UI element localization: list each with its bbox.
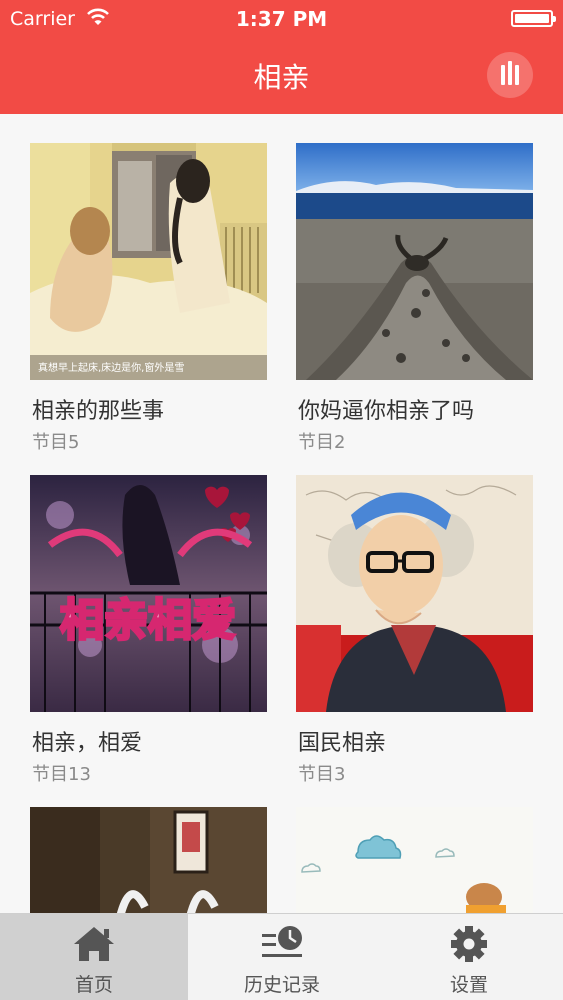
- cover-caption: 真想早上起床,床边是你,窗外是雪: [38, 361, 184, 374]
- now-playing-bar: [515, 65, 519, 85]
- status-bar: Carrier 1:37 PM: [0, 0, 563, 38]
- tab-home-label: 首页: [74, 974, 113, 996]
- program-cover-image: 真想早上起床,床边是你,窗外是雪: [30, 143, 267, 380]
- program-episode-count: 节目5: [32, 432, 80, 453]
- program-episode-count: 节目3: [298, 764, 346, 785]
- tab-home[interactable]: 首页: [0, 914, 188, 1000]
- history-icon: [262, 926, 302, 957]
- tab-history[interactable]: 历史记录: [188, 914, 376, 1000]
- program-title: 你妈逼你相亲了吗: [298, 399, 475, 424]
- program-episode-count: 节目2: [298, 432, 346, 453]
- tab-bar: 首页 历史记录 设置: [0, 913, 563, 1000]
- home-icon: [74, 927, 114, 961]
- now-playing-button[interactable]: [487, 52, 533, 98]
- program-episode-count: 节目13: [32, 764, 91, 785]
- tab-settings-label: 设置: [449, 974, 488, 996]
- program-cover-image: [296, 143, 533, 380]
- gear-icon: [451, 926, 487, 962]
- battery-icon: [511, 10, 556, 27]
- tab-settings[interactable]: 设置: [375, 914, 563, 1000]
- program-title: 相亲，相爱: [32, 731, 143, 756]
- top-bar: Carrier 1:37 PM 相亲: [0, 0, 563, 114]
- tab-history-label: 历史记录: [243, 974, 320, 996]
- program-title: 相亲的那些事: [32, 399, 165, 424]
- now-playing-bar: [508, 61, 512, 85]
- cover-art-title: 相亲相爱: [60, 595, 236, 646]
- program-cover-image: [296, 475, 533, 712]
- app-screen: Carrier 1:37 PM 相亲 真想早上起床,床边是你,窗外是雪 相亲的那…: [0, 0, 563, 1000]
- status-time: 1:37 PM: [235, 7, 328, 31]
- program-cover-image: 相亲相爱: [30, 475, 267, 712]
- page-title: 相亲: [253, 61, 310, 94]
- program-title: 国民相亲: [298, 731, 387, 756]
- now-playing-bars-icon: [501, 65, 505, 85]
